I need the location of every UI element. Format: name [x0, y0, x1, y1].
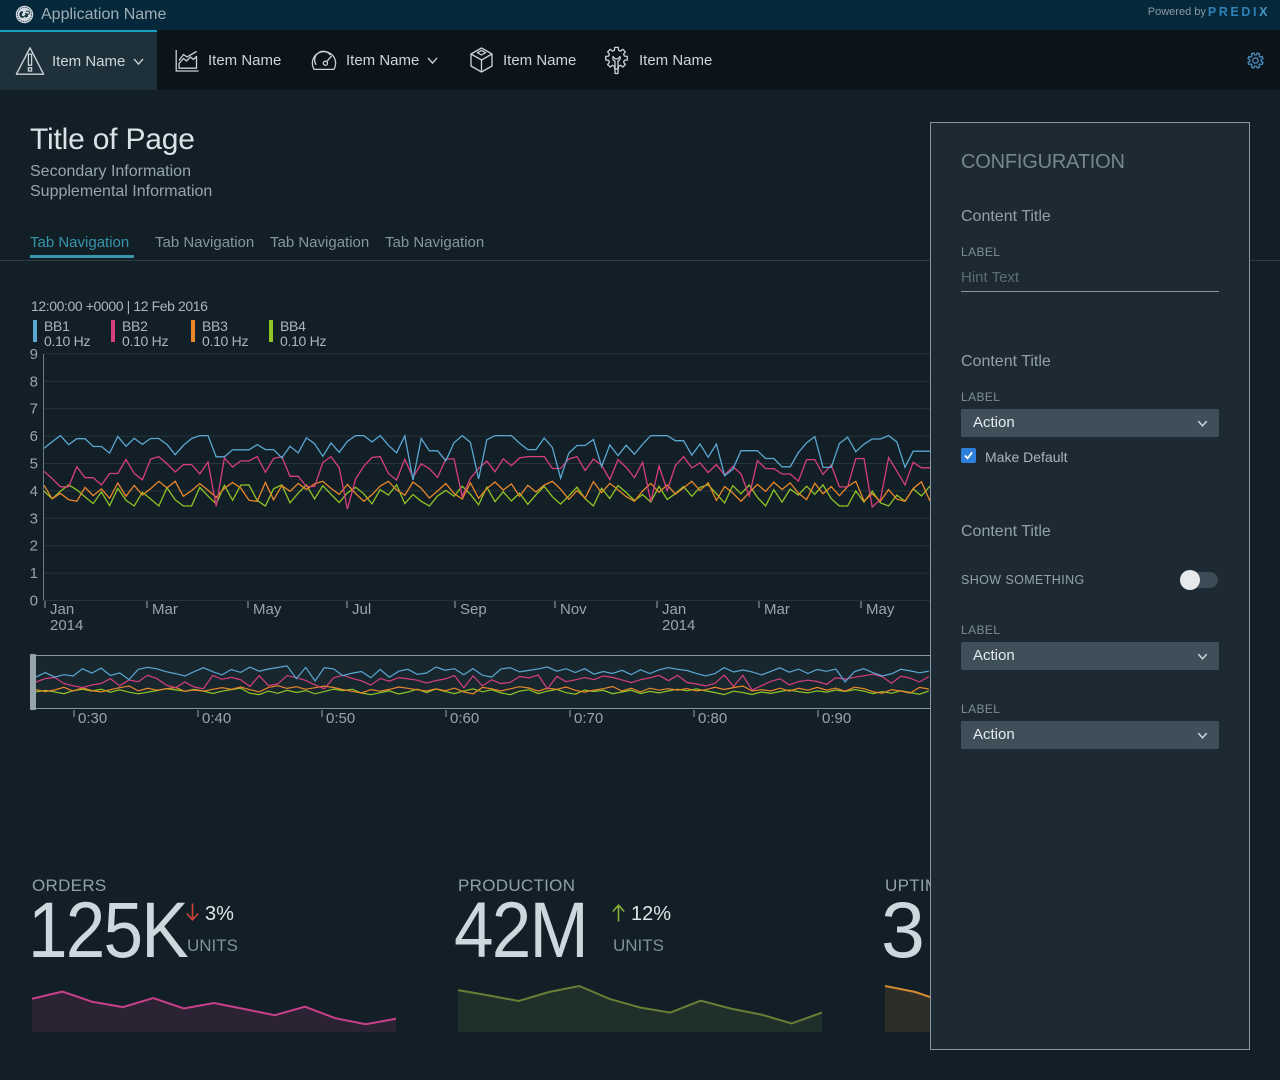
- svg-text:7: 7: [30, 401, 38, 418]
- svg-text:0:70: 0:70: [574, 710, 603, 727]
- svg-text:2014: 2014: [50, 617, 83, 634]
- svg-text:Mar: Mar: [764, 601, 790, 618]
- svg-text:3: 3: [30, 510, 38, 527]
- svg-text:Jan: Jan: [662, 601, 686, 618]
- svg-text:0:60: 0:60: [450, 710, 479, 727]
- svg-text:6: 6: [30, 428, 38, 445]
- svg-text:2: 2: [30, 538, 38, 555]
- svg-text:8: 8: [30, 373, 38, 390]
- svg-text:Sep: Sep: [460, 601, 487, 618]
- svg-text:2014: 2014: [662, 617, 695, 634]
- svg-text:0:50: 0:50: [326, 710, 355, 727]
- svg-text:Nov: Nov: [560, 601, 587, 618]
- svg-text:9: 9: [30, 346, 38, 363]
- svg-text:4: 4: [30, 483, 38, 500]
- svg-text:Jul: Jul: [352, 601, 371, 618]
- svg-text:5: 5: [30, 456, 38, 473]
- svg-text:0:40: 0:40: [202, 710, 231, 727]
- svg-text:Mar: Mar: [152, 601, 178, 618]
- svg-text:0:90: 0:90: [822, 710, 851, 727]
- svg-text:May: May: [253, 601, 282, 618]
- svg-text:May: May: [866, 601, 895, 618]
- svg-text:0: 0: [30, 593, 38, 610]
- svg-text:1: 1: [30, 565, 38, 582]
- svg-text:Jan: Jan: [50, 601, 74, 618]
- svg-text:0:30: 0:30: [78, 710, 107, 727]
- svg-text:0:80: 0:80: [698, 710, 727, 727]
